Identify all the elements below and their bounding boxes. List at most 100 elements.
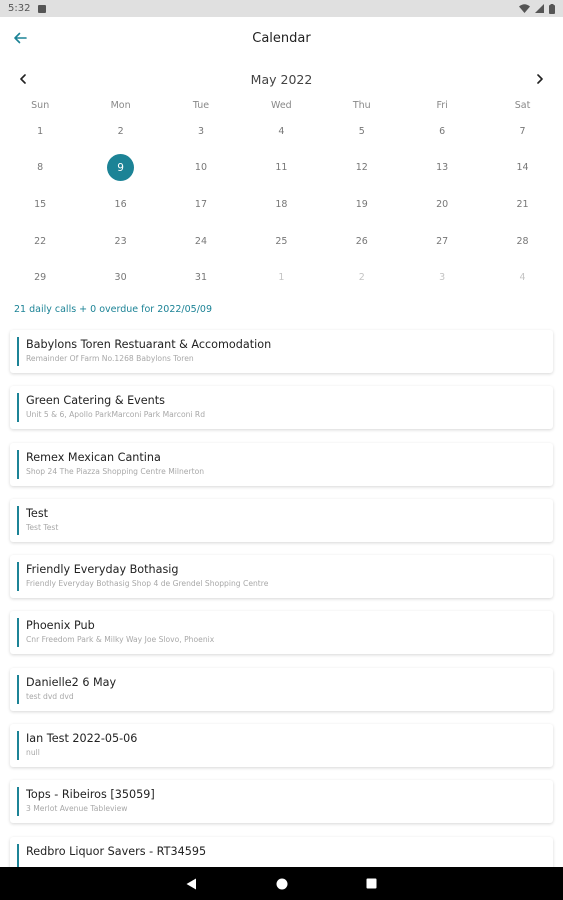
call-address: test dvd dvd — [26, 691, 74, 701]
calendar-day-number: 16 — [114, 198, 127, 210]
call-name: Green Catering & Events — [26, 394, 165, 408]
calendar-day-number: 30 — [114, 272, 127, 284]
nav-home-button[interactable] — [274, 876, 290, 892]
chevron-left-icon — [20, 74, 26, 84]
calendar-day-number: 17 — [194, 198, 208, 210]
calendar-day-number: 3 — [197, 125, 204, 137]
calendar-day-number: 1 — [37, 125, 44, 137]
calendar-day[interactable]: 5 — [322, 113, 402, 150]
status-time: 5:32 — [8, 3, 31, 14]
calendar-day[interactable]: 11 — [241, 150, 321, 187]
month-label: May 2022 — [250, 71, 313, 87]
calendar-day[interactable]: 4 — [482, 259, 562, 296]
weekday-label: Sat — [514, 100, 531, 111]
call-list-item[interactable]: Friendly Everyday Bothasig Friendly Every… — [10, 555, 553, 599]
call-address: Remainder Of Farm No.1268 Babylons Toren — [26, 354, 194, 363]
call-list-item[interactable]: Remex Mexican Cantina Shop 24 The Piazza … — [10, 442, 553, 486]
calendar-day[interactable]: 2 — [80, 113, 160, 150]
call-list: Babylons Toren Restuarant & Accomodation… — [10, 330, 553, 893]
calendar-day[interactable]: 24 — [161, 223, 241, 260]
calendar-day[interactable]: 21 — [482, 186, 562, 223]
calendar-day-number: 2 — [117, 125, 124, 137]
calendar-day-number: 27 — [436, 235, 449, 247]
status-bar: 5:32 — [0, 0, 563, 17]
calendar-day-selected[interactable]: 9 — [80, 150, 160, 187]
call-list-item[interactable]: Babylons Toren Restuarant & Accomodation… — [10, 330, 553, 373]
call-name: Remex Mexican Cantina — [26, 450, 161, 464]
calendar-day[interactable]: 20 — [402, 186, 482, 223]
calendar-day[interactable]: 3 — [161, 113, 241, 150]
triangle-back-icon — [186, 878, 196, 889]
weekday-label: Tue — [192, 100, 210, 111]
call-name: Danielle2 6 May — [26, 675, 117, 689]
call-address: Unit 5 & 6, Apollo ParkMarconi Park Marc… — [26, 410, 206, 420]
calendar-day-number: 4 — [519, 272, 526, 284]
calendar-day-number: 23 — [114, 235, 127, 247]
calendar-day[interactable]: 4 — [241, 113, 321, 150]
call-list-item[interactable]: Tops - Ribeiros [35059] 3 Merlot Avenue T… — [10, 780, 553, 824]
call-name: Babylons Toren Restuarant & Accomodation — [26, 338, 272, 351]
previous-month-button[interactable] — [14, 70, 32, 88]
call-name: Ian Test 2022-05-06 — [26, 732, 138, 746]
calendar-day[interactable]: 16 — [80, 186, 160, 223]
calendar-day[interactable]: 15 — [0, 186, 80, 223]
calendar-day-number: 12 — [355, 162, 368, 174]
calendar-day[interactable]: 27 — [402, 223, 482, 260]
battery-icon — [549, 3, 555, 14]
calendar-day-number: 11 — [275, 162, 288, 174]
calendar-day[interactable]: 2 — [322, 259, 402, 296]
call-list-item[interactable]: Phoenix Pub Cnr Freedom Park & Milky Way … — [10, 611, 553, 655]
calendar-day[interactable]: 26 — [322, 223, 402, 260]
calendar-day[interactable]: 14 — [482, 150, 562, 187]
weekday-label: Sun — [31, 100, 50, 111]
calendar-day[interactable]: 23 — [80, 223, 160, 260]
calendar-day[interactable]: 30 — [80, 259, 160, 296]
calendar-day[interactable]: 25 — [241, 223, 321, 260]
calendar-day-number: 22 — [34, 235, 47, 247]
calendar-day-number: 19 — [355, 198, 368, 210]
month-header: May 2022 — [0, 66, 563, 92]
call-list-item[interactable]: Ian Test 2022-05-06 null — [10, 724, 553, 768]
calendar-day-number: 10 — [194, 162, 208, 174]
call-address: 3 Merlot Avenue Tableview — [26, 804, 128, 814]
calendar-day[interactable]: 31 — [161, 259, 241, 296]
calendar-day[interactable]: 10 — [161, 150, 241, 187]
call-list-item[interactable]: Green Catering & Events Unit 5 & 6, Apoll… — [10, 386, 553, 430]
calendar-day-number: 3 — [439, 272, 446, 284]
calendar-day-number: 26 — [355, 235, 368, 247]
calendar-day[interactable]: 13 — [402, 150, 482, 187]
calls-summary: 21 daily calls + 0 overdue for 2022/05/0… — [14, 304, 212, 315]
calendar-day-number: 5 — [358, 125, 365, 137]
calendar-day[interactable]: 6 — [402, 113, 482, 150]
calendar-day[interactable]: 18 — [241, 186, 321, 223]
nav-back-button[interactable] — [184, 876, 200, 892]
arrow-left-icon — [14, 32, 27, 44]
call-list-item[interactable]: Test Test Test — [10, 498, 553, 542]
calendar-day-number: 6 — [439, 125, 446, 137]
nav-recents-button[interactable] — [364, 876, 380, 892]
calendar-day[interactable]: 28 — [482, 223, 562, 260]
calendar-day-number: 2 — [358, 272, 365, 284]
calendar-day[interactable]: 19 — [322, 186, 402, 223]
calendar-day-number: 31 — [194, 272, 208, 284]
calendar-day[interactable]: 3 — [402, 259, 482, 296]
calendar-day[interactable]: 17 — [161, 186, 241, 223]
calendar-day[interactable]: 1 — [241, 259, 321, 296]
calendar-day[interactable]: 7 — [482, 113, 562, 150]
next-month-button[interactable] — [531, 70, 549, 88]
calendar-day-number: 29 — [34, 272, 47, 284]
back-button[interactable] — [8, 27, 32, 49]
call-list-item[interactable]: Danielle2 6 May test dvd dvd — [10, 667, 553, 711]
notification-icon — [38, 4, 47, 13]
calendar-day-number: 8 — [37, 162, 44, 174]
calendar-day-number: 9 — [107, 154, 135, 182]
call-address: null — [26, 748, 40, 758]
calendar-day[interactable]: 29 — [0, 259, 80, 296]
call-name: Redbro Liquor Savers - RT34595 — [26, 844, 207, 858]
calendar-day[interactable]: 22 — [0, 223, 80, 260]
circle-home-icon — [276, 878, 287, 889]
calendar-day[interactable]: 12 — [322, 150, 402, 187]
call-address: Cnr Freedom Park & Milky Way Joe Slovo, … — [26, 635, 215, 645]
calendar-day[interactable]: 8 — [0, 150, 80, 187]
calendar-day[interactable]: 1 — [0, 113, 80, 150]
